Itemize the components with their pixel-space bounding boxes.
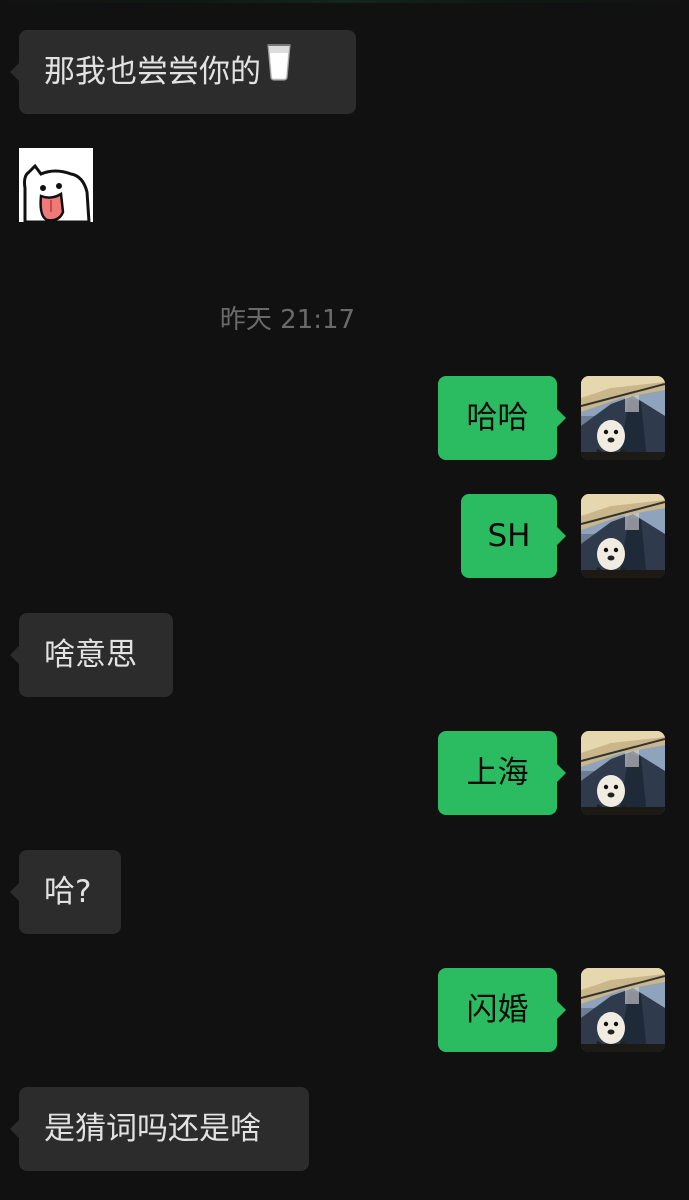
milk-glass-icon xyxy=(265,29,293,113)
my-avatar[interactable] xyxy=(581,731,665,815)
message-text: 闪婚 xyxy=(466,992,529,1028)
message-text: 是猜词吗还是啥 xyxy=(44,1111,261,1147)
avatar-dog-mountain-icon xyxy=(581,376,665,460)
my-avatar[interactable] xyxy=(581,968,665,1052)
incoming-message-bubble[interactable]: 哈? xyxy=(10,850,121,934)
my-avatar[interactable] xyxy=(581,376,665,460)
cat-sticker-icon xyxy=(19,148,93,222)
message-text: 哈? xyxy=(44,874,92,910)
incoming-message-bubble[interactable]: 啥意思 xyxy=(10,613,173,697)
avatar-dog-mountain-icon xyxy=(581,731,665,815)
outgoing-message-bubble[interactable]: 上海 xyxy=(438,731,566,815)
message-text: 啥意思 xyxy=(44,637,137,673)
message-text: 那我也尝尝你的 xyxy=(44,54,261,90)
outgoing-message-bubble[interactable]: 闪婚 xyxy=(438,968,566,1052)
outgoing-message-bubble[interactable]: 哈哈 xyxy=(438,376,566,460)
my-avatar[interactable] xyxy=(581,494,665,578)
chat-timestamp: 昨天 21:17 xyxy=(219,305,356,335)
incoming-message-bubble[interactable]: 是猜词吗还是啥 xyxy=(10,1087,309,1171)
message-text: 上海 xyxy=(466,755,529,791)
outgoing-message-bubble[interactable]: SH xyxy=(461,494,566,578)
avatar-dog-mountain-icon xyxy=(581,968,665,1052)
message-text: SH xyxy=(487,518,531,554)
avatar-dog-mountain-icon xyxy=(581,494,665,578)
incoming-message-bubble[interactable]: 那我也尝尝你的 xyxy=(10,29,356,114)
message-text: 哈哈 xyxy=(466,400,529,436)
top-status-glow xyxy=(0,0,689,3)
tongue-out-cat-sticker[interactable] xyxy=(19,148,93,222)
